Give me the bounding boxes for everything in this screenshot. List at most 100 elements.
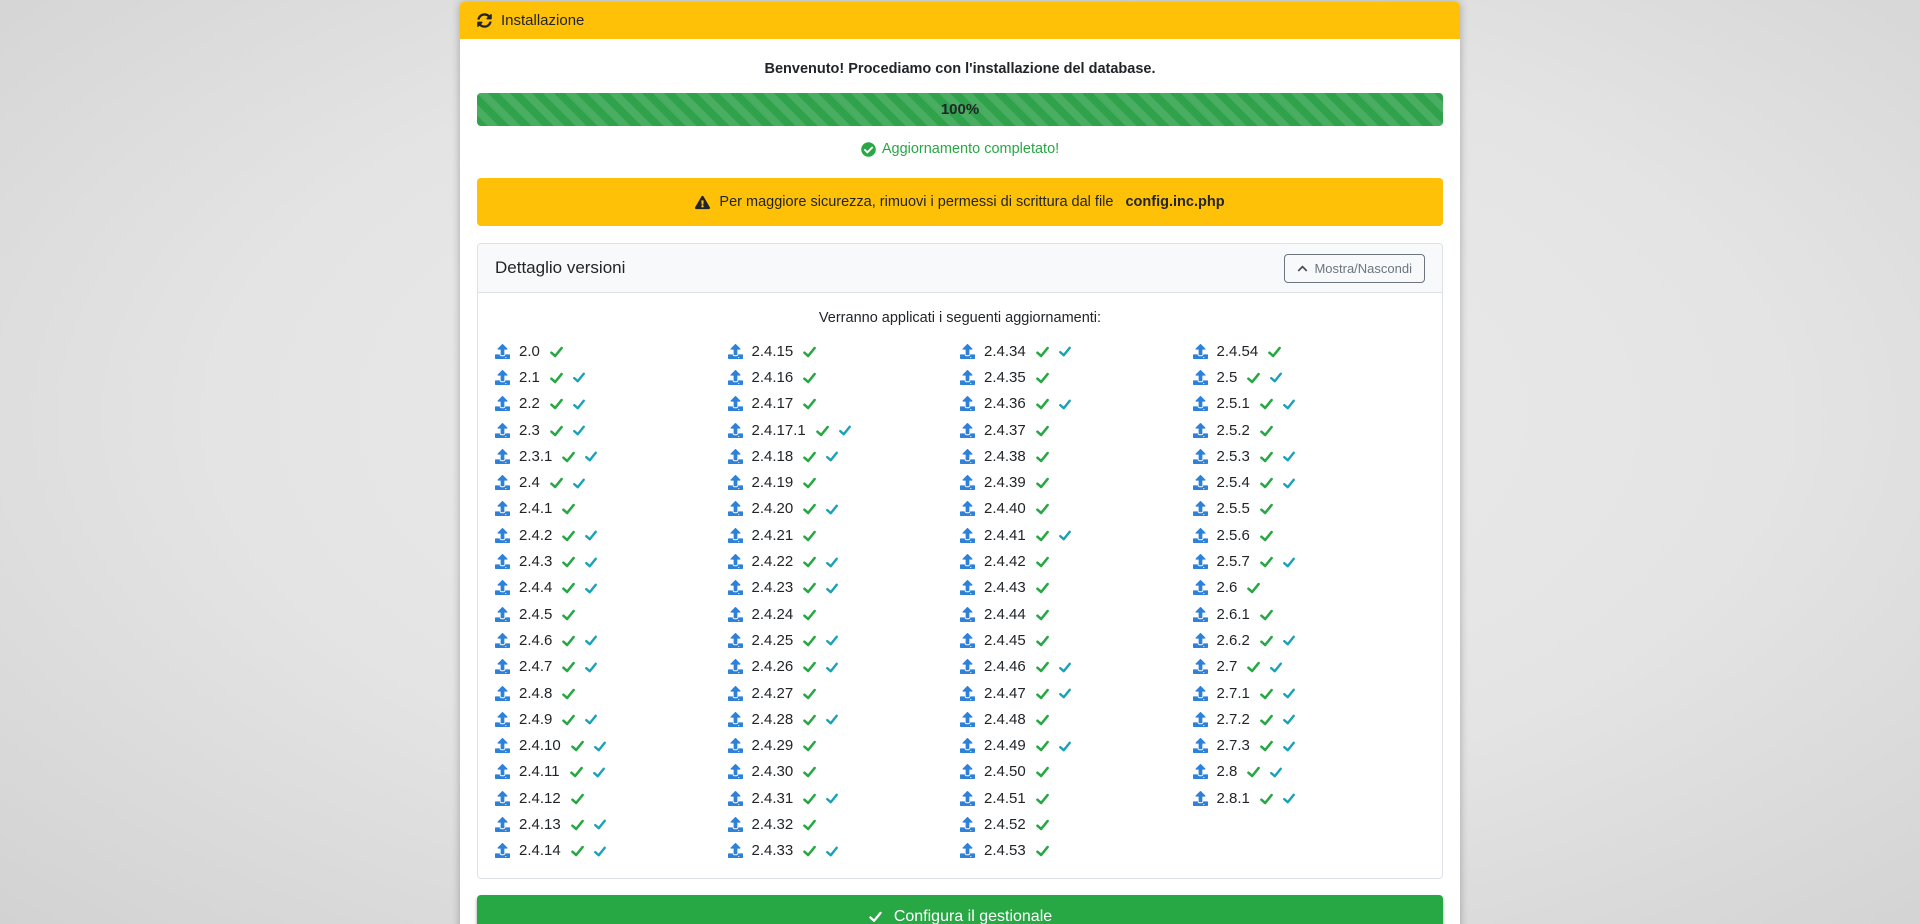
version-label: 2.4.9 — [519, 711, 552, 728]
upload-icon — [728, 344, 743, 359]
version-item: 2.4.18 — [728, 443, 961, 469]
version-label: 2.4.15 — [752, 343, 794, 360]
check-icon — [825, 633, 839, 647]
configure-button[interactable]: Configura il gestionale — [477, 895, 1443, 924]
upload-icon — [728, 528, 743, 543]
upload-icon — [1193, 344, 1208, 359]
upload-icon — [960, 554, 975, 569]
check-icon — [1035, 475, 1050, 490]
upload-icon — [728, 370, 743, 385]
version-label: 2.3.1 — [519, 448, 552, 465]
check-icon — [1058, 344, 1072, 358]
version-label: 2.5.4 — [1217, 474, 1250, 491]
upload-icon — [1193, 528, 1208, 543]
version-item: 2.7.2 — [1193, 706, 1426, 732]
version-label: 2.4.5 — [519, 606, 552, 623]
check-icon — [1035, 738, 1050, 753]
version-label: 2.4.36 — [984, 395, 1026, 412]
version-label: 2.4.51 — [984, 790, 1026, 807]
check-icon — [802, 843, 817, 858]
check-icon — [1282, 476, 1296, 490]
check-icon — [1035, 633, 1050, 648]
versions-panel: Dettaglio versioni Mostra/Nascondi Verra… — [477, 243, 1443, 879]
version-item: 2.4.36 — [960, 391, 1193, 417]
upload-icon — [960, 764, 975, 779]
check-icon — [1282, 449, 1296, 463]
version-label: 2.4.54 — [1217, 343, 1259, 360]
versions-panel-title: Dettaglio versioni — [495, 258, 625, 278]
check-icon — [1259, 633, 1274, 648]
upload-icon — [728, 817, 743, 832]
check-icon — [1035, 843, 1050, 858]
check-icon — [593, 739, 607, 753]
upload-icon — [960, 791, 975, 806]
check-icon — [802, 554, 817, 569]
version-label: 2.4.23 — [752, 579, 794, 596]
upload-icon — [495, 843, 510, 858]
refresh-icon — [477, 13, 492, 28]
upload-icon — [728, 580, 743, 595]
check-icon — [1035, 501, 1050, 516]
check-icon — [815, 423, 830, 438]
version-label: 2.4.2 — [519, 527, 552, 544]
upload-icon — [1193, 475, 1208, 490]
status-message: Aggiornamento completato! — [882, 141, 1059, 157]
version-label: 2.4.41 — [984, 527, 1026, 544]
check-icon — [561, 501, 576, 516]
check-icon — [802, 738, 817, 753]
version-label: 2.4.38 — [984, 448, 1026, 465]
version-label: 2.7 — [1217, 658, 1238, 675]
check-icon — [572, 423, 586, 437]
check-icon — [802, 607, 817, 622]
version-label: 2.5.3 — [1217, 448, 1250, 465]
check-icon — [1035, 764, 1050, 779]
version-item: 2.4.38 — [960, 443, 1193, 469]
version-label: 2.4.11 — [519, 763, 560, 780]
show-hide-button[interactable]: Mostra/Nascondi — [1284, 254, 1425, 283]
version-label: 2.4.44 — [984, 606, 1026, 623]
check-icon — [1058, 660, 1072, 674]
versions-column: 2.4.342.4.352.4.362.4.372.4.382.4.392.4.… — [960, 338, 1193, 864]
check-icon — [561, 449, 576, 464]
upload-icon — [728, 686, 743, 701]
version-label: 2.4.47 — [984, 685, 1026, 702]
check-icon — [584, 581, 598, 595]
upload-icon — [1193, 633, 1208, 648]
check-icon — [1058, 686, 1072, 700]
upload-icon — [1193, 501, 1208, 516]
upload-icon — [495, 449, 510, 464]
check-icon — [825, 844, 839, 858]
check-icon — [802, 475, 817, 490]
check-icon — [802, 501, 817, 516]
check-icon — [549, 396, 564, 411]
version-label: 2.4.29 — [752, 737, 794, 754]
check-icon — [1259, 423, 1274, 438]
check-icon — [1035, 423, 1050, 438]
version-item: 2.2 — [495, 391, 728, 417]
upload-icon — [960, 659, 975, 674]
version-label: 2.0 — [519, 343, 540, 360]
check-icon — [1035, 344, 1050, 359]
version-label: 2.8.1 — [1217, 790, 1250, 807]
upload-icon — [728, 843, 743, 858]
check-icon — [1035, 607, 1050, 622]
version-item: 2.4.13 — [495, 811, 728, 837]
check-icon — [1246, 580, 1261, 595]
versions-column: 2.4.542.52.5.12.5.22.5.32.5.42.5.52.5.62… — [1193, 338, 1426, 864]
version-item: 2.4.44 — [960, 601, 1193, 627]
version-item: 2.4.45 — [960, 627, 1193, 653]
upload-icon — [495, 686, 510, 701]
version-label: 2.4.37 — [984, 422, 1026, 439]
upload-icon — [960, 449, 975, 464]
check-icon — [1259, 712, 1274, 727]
check-icon — [1058, 739, 1072, 753]
version-item: 2.4.20 — [728, 496, 961, 522]
upload-icon — [495, 607, 510, 622]
version-label: 2.4.43 — [984, 579, 1026, 596]
check-icon — [1269, 370, 1283, 384]
version-label: 2.6 — [1217, 579, 1238, 596]
version-label: 2.4.28 — [752, 711, 794, 728]
version-label: 2.4.32 — [752, 816, 794, 833]
version-label: 2.2 — [519, 395, 540, 412]
show-hide-label: Mostra/Nascondi — [1314, 261, 1412, 276]
